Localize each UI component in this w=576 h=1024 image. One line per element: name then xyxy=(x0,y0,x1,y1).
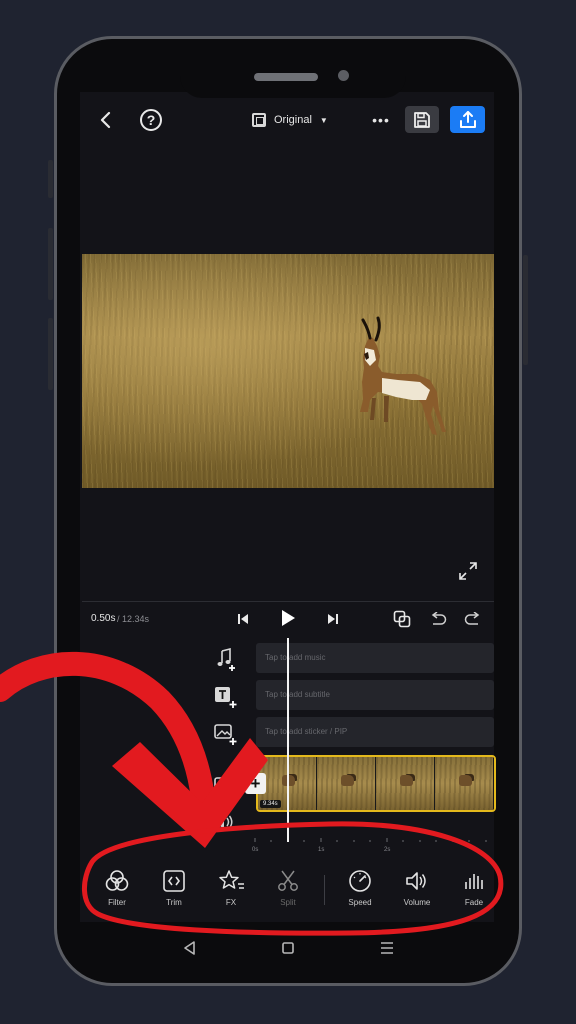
expand-arrows-icon xyxy=(459,562,477,580)
play-icon xyxy=(282,610,295,626)
caret-down-icon: ▼ xyxy=(319,115,328,125)
add-video-button[interactable] xyxy=(214,776,238,796)
phone-side-button xyxy=(48,318,53,390)
add-sticker-button[interactable] xyxy=(214,722,238,746)
square-home-icon xyxy=(282,942,294,954)
redo-icon xyxy=(464,612,480,625)
floppy-disk-icon xyxy=(414,111,430,128)
split-tool[interactable]: Split xyxy=(266,868,310,912)
music-note-add-icon xyxy=(217,648,235,671)
total-time: / 12.34s xyxy=(117,614,150,624)
filter-circles-icon xyxy=(105,870,129,891)
phone-side-button xyxy=(523,255,528,365)
ruler-label: 0s xyxy=(252,847,259,853)
trim-brackets-icon xyxy=(163,870,185,892)
aspect-ratio-label: Original xyxy=(274,114,312,126)
phone-side-button xyxy=(48,228,53,300)
aspect-ratio-dropdown[interactable]: Original ▼ xyxy=(252,111,328,129)
fx-tool[interactable]: FX xyxy=(209,868,253,912)
menu-lines-icon xyxy=(381,942,393,954)
add-music-button[interactable] xyxy=(214,648,238,672)
ruler-label: 1s xyxy=(318,847,325,853)
plus-icon: + xyxy=(250,773,261,793)
ruler-label: 2s xyxy=(384,847,391,853)
play-button[interactable] xyxy=(276,606,300,630)
question-circle-icon: ? xyxy=(146,112,156,128)
more-dots-icon: ••• xyxy=(372,112,390,128)
speed-label: Speed xyxy=(348,898,372,907)
keyframe-icon xyxy=(393,610,411,628)
clip-thumbnail xyxy=(317,757,376,810)
speedometer-icon xyxy=(349,870,371,892)
video-add-icon xyxy=(214,777,237,794)
skip-forward-icon xyxy=(328,614,338,624)
export-button[interactable] xyxy=(450,106,485,133)
star-fx-icon xyxy=(219,870,244,889)
subtitle-track-placeholder: Tap to add subtitle xyxy=(265,690,330,699)
volume-tool[interactable]: Volume xyxy=(395,868,439,912)
sticker-track[interactable]: Tap to add sticker / PIP xyxy=(256,717,494,747)
pronghorn-image xyxy=(360,316,446,435)
speaker-icon xyxy=(215,815,233,829)
phone-side-button xyxy=(48,160,53,198)
more-options-button[interactable]: ••• xyxy=(370,110,392,130)
speed-tool[interactable]: Speed xyxy=(338,868,382,912)
system-recents-button[interactable] xyxy=(373,936,401,960)
back-button[interactable] xyxy=(94,108,118,132)
fade-tool[interactable]: Fade xyxy=(452,868,496,912)
audio-track-button[interactable] xyxy=(213,813,235,831)
clip-thumbnail xyxy=(376,757,435,810)
phone-camera xyxy=(338,70,349,81)
save-button[interactable] xyxy=(405,106,439,133)
system-back-button[interactable] xyxy=(176,936,204,960)
video-clip[interactable] xyxy=(256,755,496,812)
fade-bars-icon xyxy=(465,874,483,889)
fade-label: Fade xyxy=(464,898,484,907)
system-home-button[interactable] xyxy=(274,936,302,960)
upload-icon xyxy=(459,110,476,128)
timeline-divider xyxy=(82,601,494,602)
sticker-track-placeholder: Tap to add sticker / PIP xyxy=(265,727,348,736)
add-clip-button[interactable]: + xyxy=(245,773,266,794)
video-preview[interactable] xyxy=(82,254,494,488)
scissors-icon xyxy=(278,870,298,891)
volume-label: Volume xyxy=(403,898,431,907)
volume-icon xyxy=(406,872,426,890)
music-track-placeholder: Tap to add music xyxy=(265,653,326,662)
help-button[interactable]: ? xyxy=(140,109,162,131)
skip-forward-button[interactable] xyxy=(324,610,342,628)
split-label: Split xyxy=(280,898,296,907)
music-track[interactable]: Tap to add music xyxy=(256,643,494,673)
skip-back-icon xyxy=(238,614,248,624)
filter-tool[interactable]: Filter xyxy=(95,868,139,912)
clip-duration-badge: 9.34s xyxy=(260,800,281,808)
redo-button[interactable] xyxy=(463,609,483,629)
current-time: 0.50s xyxy=(91,613,116,624)
phone-speaker xyxy=(254,73,318,81)
aspect-ratio-icon xyxy=(252,113,266,127)
text-add-icon xyxy=(215,687,237,708)
chevron-left-icon xyxy=(100,111,111,129)
clip-thumbnail xyxy=(435,757,494,810)
fx-label: FX xyxy=(225,898,237,907)
playhead[interactable] xyxy=(287,638,289,842)
filter-label: Filter xyxy=(108,898,126,907)
keyframe-button[interactable] xyxy=(391,608,413,630)
trim-label: Trim xyxy=(166,898,182,907)
toolbar-divider xyxy=(324,875,325,905)
trim-tool[interactable]: Trim xyxy=(152,868,196,912)
triangle-back-icon xyxy=(184,941,195,955)
add-subtitle-button[interactable] xyxy=(214,685,238,709)
skip-back-button[interactable] xyxy=(234,610,252,628)
undo-button[interactable] xyxy=(428,609,448,629)
undo-icon xyxy=(431,612,447,625)
fullscreen-button[interactable] xyxy=(458,561,478,581)
subtitle-track[interactable]: Tap to add subtitle xyxy=(256,680,494,710)
image-add-icon xyxy=(214,724,237,745)
